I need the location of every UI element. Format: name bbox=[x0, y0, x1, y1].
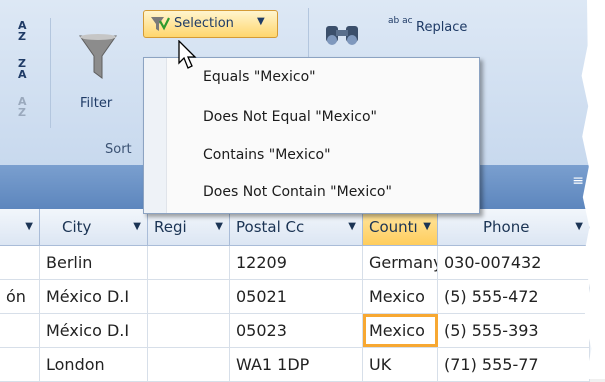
menu-gutter bbox=[144, 58, 167, 213]
app-window: AZ ZA AZ Filter Sort Selection ▼ ab ac R… bbox=[0, 0, 605, 382]
filter-funnel-icon bbox=[79, 34, 117, 79]
expand-icon[interactable]: ≡ bbox=[572, 173, 584, 189]
table-cell[interactable] bbox=[148, 246, 230, 279]
table-cell[interactable]: México D.I bbox=[40, 314, 148, 347]
menu-item-equals[interactable]: Equals "Mexico" bbox=[203, 69, 316, 85]
selection-button[interactable]: Selection ▼ bbox=[143, 10, 278, 38]
table-row: London WA1 1DP UK (71) 555-77 bbox=[0, 348, 590, 382]
table-cell[interactable]: (71) 555-77 bbox=[438, 348, 590, 381]
clear-sort-icon[interactable]: AZ bbox=[18, 96, 38, 118]
table-cell[interactable]: 05023 bbox=[230, 314, 363, 347]
table-cell[interactable]: (5) 555-393 bbox=[438, 314, 590, 347]
table-cell[interactable]: WA1 1DP bbox=[230, 348, 363, 381]
table-cell[interactable]: 030-007432 bbox=[438, 246, 590, 279]
sort-filter-group: AZ ZA AZ Filter Sort bbox=[0, 8, 138, 158]
table-cell[interactable]: Mexico bbox=[363, 280, 438, 313]
find-binoculars-icon[interactable] bbox=[322, 20, 362, 46]
sort-group-label: Sort bbox=[105, 142, 132, 157]
selected-cell[interactable]: Mexico bbox=[363, 314, 438, 347]
replace-label: Replace bbox=[416, 20, 468, 35]
menu-item-does-not-contain[interactable]: Does Not Contain "Mexico" bbox=[203, 184, 392, 200]
separator bbox=[50, 18, 51, 128]
sort-descending-icon[interactable]: ZA bbox=[18, 58, 38, 80]
table-cell[interactable]: UK bbox=[363, 348, 438, 381]
table-cell[interactable]: (5) 555-472 bbox=[438, 280, 590, 313]
column-header-row: ▼ City ▼ Regi ▼ Postal Cc ▼ Countı ▼ Pho… bbox=[0, 209, 590, 246]
selection-label: Selection bbox=[174, 16, 234, 31]
menu-item-does-not-equal[interactable]: Does Not Equal "Mexico" bbox=[203, 109, 377, 125]
menu-item-contains[interactable]: Contains "Mexico" bbox=[203, 147, 331, 163]
dropdown-arrow-icon[interactable]: ▼ bbox=[423, 209, 431, 245]
column-header[interactable]: ▼ bbox=[0, 209, 40, 245]
table-cell[interactable] bbox=[148, 280, 230, 313]
dropdown-arrow-icon[interactable]: ▼ bbox=[215, 209, 223, 245]
filter-label: Filter bbox=[80, 96, 113, 111]
table-cell[interactable]: Germany bbox=[363, 246, 438, 279]
dropdown-arrow-icon[interactable]: ▼ bbox=[133, 209, 141, 245]
table-cell[interactable] bbox=[0, 348, 40, 381]
table-cell[interactable]: 05021 bbox=[230, 280, 363, 313]
table-cell[interactable] bbox=[0, 314, 40, 347]
table-cell[interactable]: México D.I bbox=[40, 280, 148, 313]
dropdown-arrow-icon[interactable]: ▼ bbox=[25, 209, 33, 245]
selection-dropdown-menu: Equals "Mexico" Does Not Equal "Mexico" … bbox=[143, 57, 480, 214]
filter-button[interactable]: Filter bbox=[68, 26, 128, 116]
mouse-cursor-icon bbox=[178, 40, 197, 69]
sort-ascending-icon[interactable]: AZ bbox=[18, 20, 38, 42]
table-cell[interactable]: Berlin bbox=[40, 246, 148, 279]
replace-icon: ab ac bbox=[388, 16, 413, 26]
column-header-city[interactable]: City ▼ bbox=[40, 209, 148, 245]
table-row: México D.I 05023 Mexico (5) 555-393 bbox=[0, 314, 590, 348]
table-cell[interactable]: London bbox=[40, 348, 148, 381]
table-row: ón México D.I 05021 Mexico (5) 555-472 bbox=[0, 280, 590, 314]
table-cell[interactable] bbox=[148, 348, 230, 381]
dropdown-arrow-icon[interactable]: ▼ bbox=[348, 209, 356, 245]
column-header-phone[interactable]: Phone ▼ bbox=[438, 209, 590, 245]
column-header-country[interactable]: Countı ▼ bbox=[363, 209, 438, 245]
selection-filter-icon bbox=[151, 17, 170, 31]
column-header-postal-code[interactable]: Postal Cc ▼ bbox=[230, 209, 363, 245]
dropdown-arrow-icon[interactable]: ▼ bbox=[575, 209, 583, 245]
table-row: Berlin 12209 Germany 030-007432 bbox=[0, 246, 590, 280]
table-cell[interactable] bbox=[0, 246, 40, 279]
table-cell[interactable]: ón bbox=[0, 280, 40, 313]
table-cell[interactable]: 12209 bbox=[230, 246, 363, 279]
column-header-region[interactable]: Regi ▼ bbox=[148, 209, 230, 245]
table-cell[interactable] bbox=[148, 314, 230, 347]
dropdown-arrow-icon: ▼ bbox=[257, 16, 265, 27]
